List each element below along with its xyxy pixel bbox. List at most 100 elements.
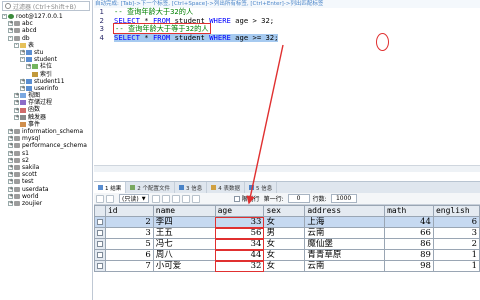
expand-icon[interactable]: + (20, 50, 25, 56)
cell-english[interactable]: 6 (432, 216, 480, 228)
cell-math[interactable]: 44 (384, 216, 434, 228)
cell-id[interactable]: 7 (104, 260, 154, 272)
collapse-icon[interactable]: - (2, 14, 7, 20)
select-all-checkbox[interactable] (94, 205, 106, 217)
tree-node[interactable]: -表 (0, 42, 92, 49)
tree-node[interactable]: + stu (0, 49, 92, 56)
tree-node[interactable]: + performance_schema (0, 142, 92, 149)
cell-sex[interactable]: 女 (263, 249, 306, 261)
tree-node[interactable]: + sakila (0, 164, 92, 171)
expand-icon[interactable]: + (8, 28, 13, 34)
tree-node[interactable]: - root@127.0.0.1 (0, 13, 92, 20)
form-view-icon[interactable] (106, 194, 114, 203)
expand-icon[interactable]: + (20, 85, 25, 91)
filter-icon[interactable] (181, 194, 190, 203)
table-row[interactable]: 2 李四 33 女上海 44 6 (94, 216, 480, 228)
column-header-age[interactable]: age (214, 205, 265, 217)
cell-address[interactable]: 青青草原 (304, 249, 386, 261)
cell-age[interactable]: 34 (214, 238, 265, 250)
cell-english[interactable]: 1 (432, 260, 480, 272)
cell-sex[interactable]: 男 (263, 227, 306, 239)
row-checkbox[interactable] (94, 260, 106, 272)
expand-icon[interactable]: + (8, 129, 13, 135)
expand-icon[interactable]: + (14, 93, 19, 99)
cell-address[interactable]: 云南 (304, 227, 386, 239)
expand-icon[interactable]: + (8, 186, 13, 192)
tree-node[interactable]: + scott (0, 171, 92, 178)
tree-node[interactable]: + s2 (0, 157, 92, 164)
cell-address[interactable]: 云南 (304, 260, 386, 272)
column-header-sex[interactable]: sex (263, 205, 306, 217)
rows-input[interactable]: 1000 (330, 194, 357, 203)
expand-icon[interactable]: + (26, 64, 31, 70)
copy-icon[interactable] (171, 194, 180, 203)
table-row[interactable]: 6 周八 44 女青青草原 89 1 (94, 249, 480, 261)
tree-node[interactable]: + s1 (0, 150, 92, 157)
cell-name[interactable]: 李四 (152, 216, 216, 228)
row-checkbox[interactable] (94, 227, 106, 239)
result-tab[interactable]: 5 信息 (245, 182, 278, 193)
code-area[interactable]: -- 查询年龄大于32的人 SELECT * FROM student WHER… (113, 7, 474, 42)
result-tab[interactable]: 2 个配置文件 (126, 182, 175, 193)
export-icon[interactable] (151, 194, 160, 203)
row-checkbox[interactable] (94, 238, 106, 250)
cell-math[interactable]: 66 (384, 227, 434, 239)
cell-age[interactable]: 44 (214, 249, 265, 261)
readonly-select[interactable]: (只读) ▼ (119, 194, 149, 203)
tree-node[interactable]: - db (0, 35, 92, 42)
result-tab[interactable]: 1 结果 (94, 182, 127, 193)
result-tab[interactable]: 3 信息 (175, 182, 208, 193)
column-header-math[interactable]: math (384, 205, 434, 217)
cell-name[interactable]: 周八 (152, 249, 216, 261)
expand-icon[interactable]: + (8, 136, 13, 142)
collapse-icon[interactable]: - (8, 35, 13, 41)
cell-id[interactable]: 2 (104, 216, 154, 228)
cell-sex[interactable]: 女 (263, 238, 306, 250)
editor-horizontal-scrollbar[interactable] (94, 165, 480, 172)
tree-node[interactable]: + userinfo (0, 85, 92, 92)
column-header-address[interactable]: address (304, 205, 386, 217)
collapse-icon[interactable]: - (20, 57, 25, 63)
tree-node[interactable]: + abcd (0, 27, 92, 34)
table-row[interactable]: 5 冯七 34 女魔仙堡 86 2 (94, 238, 480, 250)
cell-address[interactable]: 魔仙堡 (304, 238, 386, 250)
cell-sex[interactable]: 女 (263, 260, 306, 272)
column-header-name[interactable]: name (152, 205, 216, 217)
expand-icon[interactable]: + (20, 78, 25, 84)
cell-age[interactable]: 56 (214, 227, 265, 239)
expand-icon[interactable]: + (8, 157, 13, 163)
expand-icon[interactable]: + (14, 100, 19, 106)
import-icon[interactable] (161, 194, 170, 203)
tree-node[interactable]: + userdata (0, 186, 92, 193)
collapse-icon[interactable]: - (14, 42, 19, 48)
code-line-4[interactable]: SELECT * FROM student WHERE age >= 32; (114, 33, 474, 42)
cell-id[interactable]: 5 (104, 238, 154, 250)
tree-node[interactable]: + 栏位 (0, 63, 92, 70)
cell-name[interactable]: 冯七 (152, 238, 216, 250)
cell-math[interactable]: 89 (384, 249, 434, 261)
expand-icon[interactable]: + (8, 21, 13, 27)
result-tab[interactable]: 4 表数据 (207, 182, 245, 193)
first-row-input[interactable]: 0 (287, 194, 310, 203)
limit-rows-checkbox[interactable] (233, 195, 240, 202)
expand-icon[interactable]: + (8, 143, 13, 149)
cell-english[interactable]: 1 (432, 249, 480, 261)
expand-icon[interactable]: + (8, 179, 13, 185)
column-header-english[interactable]: english (432, 205, 480, 217)
tree-node[interactable]: + student11 (0, 78, 92, 85)
tree-node[interactable]: + mysql (0, 135, 92, 142)
expand-icon[interactable]: + (14, 114, 19, 120)
expand-icon[interactable]: + (8, 172, 13, 178)
tree-node[interactable]: + information_schema (0, 128, 92, 135)
tree-node[interactable]: + world (0, 193, 92, 200)
expand-icon[interactable]: + (14, 107, 19, 113)
cell-english[interactable]: 2 (432, 238, 480, 250)
column-header-id[interactable]: id (104, 205, 154, 217)
table-row[interactable]: 7 小可爱 32 女云南 98 1 (94, 260, 480, 272)
row-checkbox[interactable] (94, 216, 106, 228)
selected-sql-statement[interactable]: SELECT * FROM student WHERE age >= 32; (114, 33, 279, 42)
cell-id[interactable]: 6 (104, 249, 154, 261)
expand-icon[interactable]: + (8, 150, 13, 156)
cell-math[interactable]: 98 (384, 260, 434, 272)
filter-input[interactable]: 过滤器 (Ctrl+Shift+B) (2, 1, 90, 11)
